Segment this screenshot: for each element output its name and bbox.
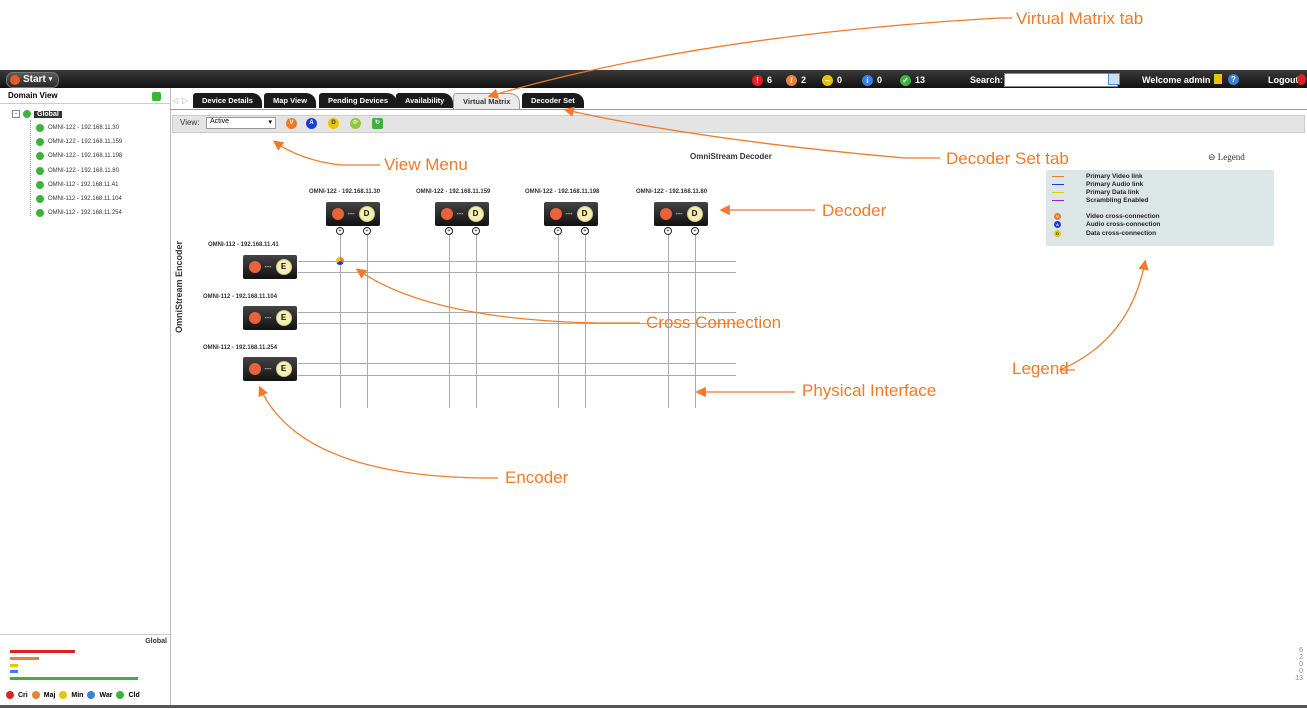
annotation-arrows [258,17,1149,479]
annotation-decoder-set-tab: Decoder Set tab [946,149,1069,168]
annotation-decoder: Decoder [822,201,887,220]
annotation-physical-interface: Physical Interface [802,381,937,400]
annotation-view-menu: View Menu [384,155,468,174]
annotation-encoder: Encoder [505,468,569,487]
annotation-cross-connection: Cross Connection [646,313,782,332]
annotation-virtual-matrix-tab: Virtual Matrix tab [1016,9,1144,28]
annotation-legend: Legend [1012,359,1069,378]
